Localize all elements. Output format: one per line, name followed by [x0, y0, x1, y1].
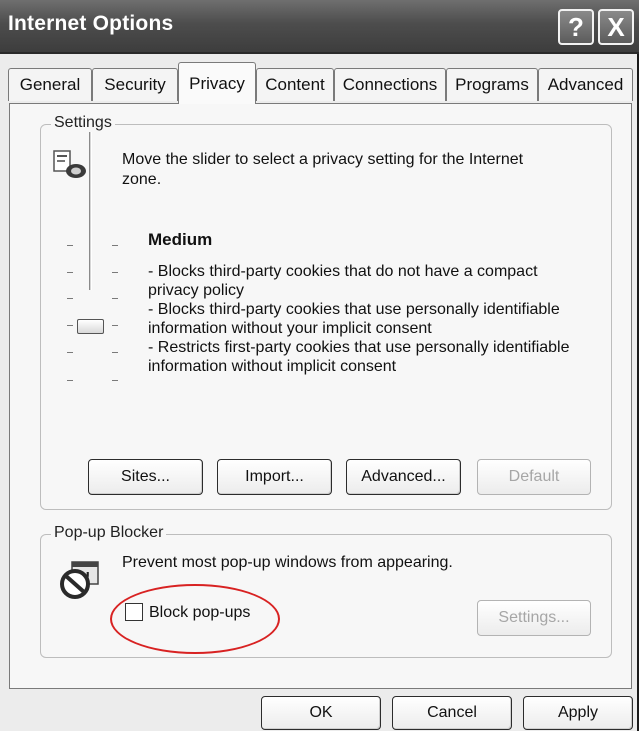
description-line-6: information without implicit consent: [148, 358, 397, 375]
slider-tick: [67, 272, 73, 273]
settings-instruction-line2: zone.: [122, 171, 162, 188]
tab-connections[interactable]: Connections: [334, 68, 446, 101]
close-button[interactable]: X: [598, 9, 634, 45]
slider-tick: [67, 352, 73, 353]
privacy-level-title: Medium: [148, 230, 213, 249]
advanced-button[interactable]: Advanced...: [346, 459, 461, 495]
description-line-5: - Restricts first-party cookies that use…: [148, 339, 570, 356]
slider-tick: [112, 352, 118, 353]
highlight-annotation: [110, 584, 280, 654]
slider-tick: [67, 298, 73, 299]
slider-tick: [112, 380, 118, 381]
slider-tick: [67, 245, 73, 246]
internet-options-window: Internet Options ? X General Security Pr…: [0, 0, 639, 731]
settings-group-label: Settings: [51, 114, 115, 132]
privacy-icon: [53, 150, 86, 178]
window-title: Internet Options: [8, 12, 174, 35]
close-icon: X: [607, 12, 625, 42]
title-bar[interactable]: Internet Options ? X: [0, 0, 639, 54]
slider-thumb[interactable]: [77, 319, 104, 334]
tab-security[interactable]: Security: [92, 68, 178, 101]
apply-button[interactable]: Apply: [523, 696, 633, 730]
slider-tick: [112, 245, 118, 246]
description-line-1: - Blocks third-party cookies that do not…: [148, 263, 538, 280]
tab-general[interactable]: General: [8, 68, 92, 101]
help-button[interactable]: ?: [558, 9, 594, 45]
tab-content[interactable]: Content: [256, 68, 334, 101]
description-line-2: privacy policy: [148, 282, 245, 299]
tab-privacy[interactable]: Privacy: [178, 62, 256, 104]
tab-strip: General Security Privacy Content Connect…: [8, 62, 633, 104]
help-icon: ?: [568, 12, 584, 42]
popup-blocker-group-label: Pop-up Blocker: [51, 524, 167, 542]
import-button[interactable]: Import...: [217, 459, 332, 495]
tab-advanced[interactable]: Advanced: [538, 68, 633, 101]
sites-button[interactable]: Sites...: [88, 459, 203, 495]
slider-tick: [67, 380, 73, 381]
popup-blocker-icon: !: [60, 561, 99, 599]
default-button[interactable]: Default: [477, 459, 591, 495]
description-line-3: - Blocks third-party cookies that use pe…: [148, 301, 560, 318]
popup-settings-button[interactable]: Settings...: [477, 600, 591, 636]
tab-programs[interactable]: Programs: [446, 68, 538, 101]
slider-tick: [112, 272, 118, 273]
slider-tick: [67, 325, 73, 326]
slider-tick: [112, 298, 118, 299]
settings-instruction-line1: Move the slider to select a privacy sett…: [122, 151, 524, 168]
slider-track[interactable]: [89, 132, 92, 290]
ok-button[interactable]: OK: [261, 696, 381, 730]
description-line-4: information without your implicit consen…: [148, 320, 432, 337]
popup-blocker-description: Prevent most pop-up windows from appeari…: [122, 554, 453, 571]
cancel-button[interactable]: Cancel: [392, 696, 512, 730]
slider-tick: [112, 325, 118, 326]
